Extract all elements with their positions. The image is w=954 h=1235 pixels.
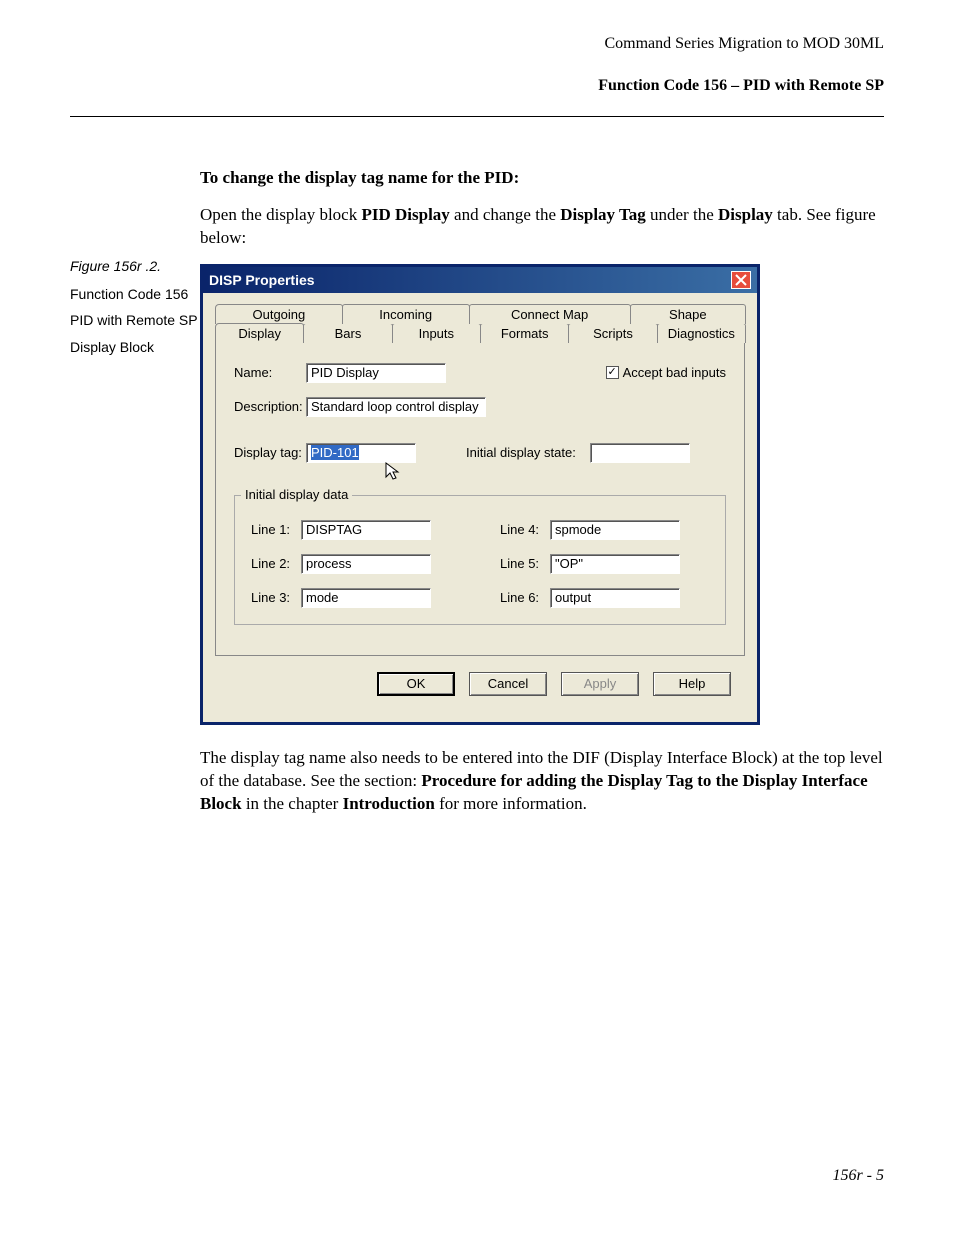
accept-bad-inputs-label: Accept bad inputs: [623, 365, 726, 380]
tab-connect-map[interactable]: Connect Map: [469, 304, 631, 324]
description-input[interactable]: [306, 397, 486, 417]
doc-header-line1: Command Series Migration to MOD 30ML: [70, 32, 884, 56]
initial-display-state-input[interactable]: [590, 443, 690, 463]
close-icon: [735, 274, 747, 286]
initial-display-data-legend: Initial display data: [241, 487, 352, 502]
tab-incoming[interactable]: Incoming: [342, 304, 470, 324]
help-button[interactable]: Help: [653, 672, 731, 696]
line2-input[interactable]: [301, 554, 431, 574]
initial-display-data-group: Initial display data Line 1: Line 2: Lin…: [234, 495, 726, 625]
figure-caption-1: Function Code 156: [70, 285, 200, 303]
doc-header-line2: Function Code 156 – PID with Remote SP: [70, 74, 884, 98]
figure-caption-2: PID with Remote SP: [70, 311, 200, 329]
display-tag-input[interactable]: PID-101: [311, 445, 359, 460]
line4-input[interactable]: [550, 520, 680, 540]
header-rule: [70, 116, 884, 117]
name-input[interactable]: [306, 363, 446, 383]
tab-display[interactable]: Display: [215, 323, 304, 343]
tab-outgoing[interactable]: Outgoing: [215, 304, 343, 324]
tab-scripts[interactable]: Scripts: [568, 323, 657, 343]
line2-label: Line 2:: [251, 556, 301, 571]
tab-formats[interactable]: Formats: [480, 323, 569, 343]
intro-heading: To change the display tag name for the P…: [200, 168, 519, 187]
display-tag-label: Display tag:: [234, 445, 306, 460]
description-label: Description:: [234, 399, 306, 414]
tab-diagnostics[interactable]: Diagnostics: [657, 323, 746, 343]
name-label: Name:: [234, 365, 306, 380]
cursor-icon: [384, 461, 404, 483]
cancel-button[interactable]: Cancel: [469, 672, 547, 696]
page-footer: 156r - 5: [832, 1167, 884, 1185]
line3-input[interactable]: [301, 588, 431, 608]
tab-bars[interactable]: Bars: [303, 323, 392, 343]
line5-input[interactable]: [550, 554, 680, 574]
line4-label: Line 4:: [500, 522, 550, 537]
line3-label: Line 3:: [251, 590, 301, 605]
line1-input[interactable]: [301, 520, 431, 540]
accept-bad-inputs-checkbox[interactable]: ✓: [606, 366, 619, 379]
line6-label: Line 6:: [500, 590, 550, 605]
line6-input[interactable]: [550, 588, 680, 608]
line1-label: Line 1:: [251, 522, 301, 537]
dialog-title: DISP Properties: [209, 272, 315, 288]
intro-paragraph: Open the display block PID Display and c…: [200, 204, 884, 250]
tab-shape[interactable]: Shape: [630, 304, 746, 324]
line5-label: Line 5:: [500, 556, 550, 571]
disp-properties-dialog: DISP Properties Outgoing Incoming Connec…: [200, 264, 760, 725]
tab-inputs[interactable]: Inputs: [392, 323, 481, 343]
dialog-titlebar[interactable]: DISP Properties: [203, 267, 757, 293]
initial-display-state-label: Initial display state:: [466, 445, 576, 460]
after-paragraph: The display tag name also needs to be en…: [200, 747, 884, 816]
apply-button[interactable]: Apply: [561, 672, 639, 696]
figure-number: Figure 156r .2.: [70, 257, 200, 275]
close-button[interactable]: [731, 271, 751, 289]
figure-caption-3: Display Block: [70, 338, 200, 356]
ok-button[interactable]: OK: [377, 672, 455, 696]
